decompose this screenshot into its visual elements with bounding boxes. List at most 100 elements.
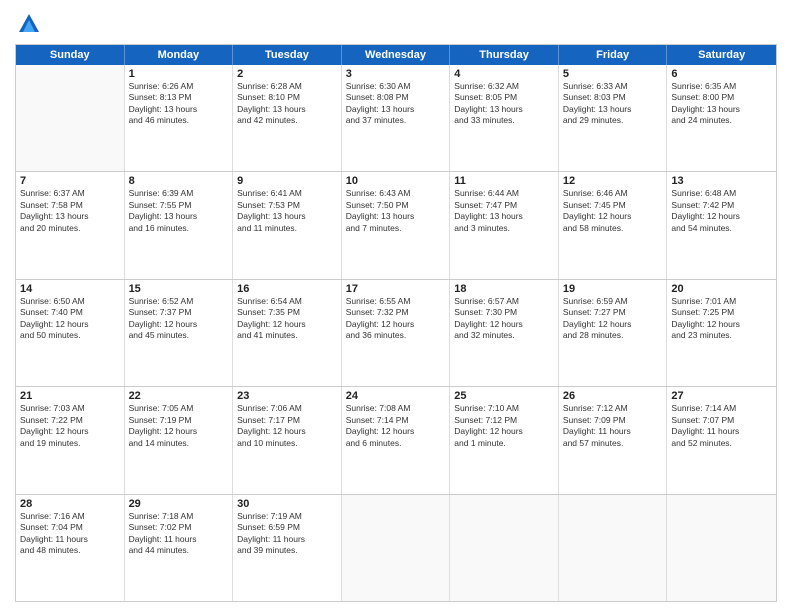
calendar-cell (342, 495, 451, 601)
calendar-cell: 30Sunrise: 7:19 AM Sunset: 6:59 PM Dayli… (233, 495, 342, 601)
day-number: 4 (454, 68, 554, 80)
day-info: Sunrise: 7:05 AM Sunset: 7:19 PM Dayligh… (129, 403, 229, 449)
day-number: 16 (237, 283, 337, 295)
day-number: 11 (454, 175, 554, 187)
day-info: Sunrise: 6:37 AM Sunset: 7:58 PM Dayligh… (20, 188, 120, 234)
calendar-cell: 29Sunrise: 7:18 AM Sunset: 7:02 PM Dayli… (125, 495, 234, 601)
day-number: 27 (671, 390, 772, 402)
calendar-cell: 21Sunrise: 7:03 AM Sunset: 7:22 PM Dayli… (16, 387, 125, 493)
calendar-row-4: 28Sunrise: 7:16 AM Sunset: 7:04 PM Dayli… (16, 494, 776, 601)
calendar-row-1: 7Sunrise: 6:37 AM Sunset: 7:58 PM Daylig… (16, 171, 776, 278)
calendar-cell: 16Sunrise: 6:54 AM Sunset: 7:35 PM Dayli… (233, 280, 342, 386)
day-number: 15 (129, 283, 229, 295)
calendar: SundayMondayTuesdayWednesdayThursdayFrid… (15, 44, 777, 602)
day-number: 20 (671, 283, 772, 295)
day-info: Sunrise: 7:14 AM Sunset: 7:07 PM Dayligh… (671, 403, 772, 449)
day-info: Sunrise: 6:33 AM Sunset: 8:03 PM Dayligh… (563, 81, 663, 127)
header-day-sunday: Sunday (16, 45, 125, 65)
logo-icon (15, 10, 43, 38)
day-number: 12 (563, 175, 663, 187)
day-info: Sunrise: 7:08 AM Sunset: 7:14 PM Dayligh… (346, 403, 446, 449)
header (15, 10, 777, 38)
calendar-cell: 13Sunrise: 6:48 AM Sunset: 7:42 PM Dayli… (667, 172, 776, 278)
calendar-cell: 15Sunrise: 6:52 AM Sunset: 7:37 PM Dayli… (125, 280, 234, 386)
day-number: 29 (129, 498, 229, 510)
day-info: Sunrise: 7:01 AM Sunset: 7:25 PM Dayligh… (671, 296, 772, 342)
calendar-cell: 7Sunrise: 6:37 AM Sunset: 7:58 PM Daylig… (16, 172, 125, 278)
day-info: Sunrise: 6:48 AM Sunset: 7:42 PM Dayligh… (671, 188, 772, 234)
calendar-cell: 8Sunrise: 6:39 AM Sunset: 7:55 PM Daylig… (125, 172, 234, 278)
day-number: 30 (237, 498, 337, 510)
day-number: 19 (563, 283, 663, 295)
calendar-cell: 19Sunrise: 6:59 AM Sunset: 7:27 PM Dayli… (559, 280, 668, 386)
calendar-cell: 25Sunrise: 7:10 AM Sunset: 7:12 PM Dayli… (450, 387, 559, 493)
day-info: Sunrise: 6:43 AM Sunset: 7:50 PM Dayligh… (346, 188, 446, 234)
calendar-cell: 4Sunrise: 6:32 AM Sunset: 8:05 PM Daylig… (450, 65, 559, 171)
calendar-cell: 20Sunrise: 7:01 AM Sunset: 7:25 PM Dayli… (667, 280, 776, 386)
calendar-body: 1Sunrise: 6:26 AM Sunset: 8:13 PM Daylig… (16, 65, 776, 601)
day-info: Sunrise: 6:54 AM Sunset: 7:35 PM Dayligh… (237, 296, 337, 342)
day-info: Sunrise: 6:55 AM Sunset: 7:32 PM Dayligh… (346, 296, 446, 342)
day-info: Sunrise: 6:39 AM Sunset: 7:55 PM Dayligh… (129, 188, 229, 234)
calendar-cell: 10Sunrise: 6:43 AM Sunset: 7:50 PM Dayli… (342, 172, 451, 278)
day-info: Sunrise: 7:18 AM Sunset: 7:02 PM Dayligh… (129, 511, 229, 557)
calendar-cell: 14Sunrise: 6:50 AM Sunset: 7:40 PM Dayli… (16, 280, 125, 386)
day-number: 23 (237, 390, 337, 402)
calendar-cell: 28Sunrise: 7:16 AM Sunset: 7:04 PM Dayli… (16, 495, 125, 601)
day-number: 6 (671, 68, 772, 80)
calendar-cell: 12Sunrise: 6:46 AM Sunset: 7:45 PM Dayli… (559, 172, 668, 278)
day-info: Sunrise: 6:41 AM Sunset: 7:53 PM Dayligh… (237, 188, 337, 234)
day-info: Sunrise: 7:16 AM Sunset: 7:04 PM Dayligh… (20, 511, 120, 557)
calendar-cell: 6Sunrise: 6:35 AM Sunset: 8:00 PM Daylig… (667, 65, 776, 171)
day-number: 8 (129, 175, 229, 187)
day-info: Sunrise: 6:44 AM Sunset: 7:47 PM Dayligh… (454, 188, 554, 234)
calendar-header: SundayMondayTuesdayWednesdayThursdayFrid… (16, 45, 776, 65)
day-number: 9 (237, 175, 337, 187)
calendar-cell: 26Sunrise: 7:12 AM Sunset: 7:09 PM Dayli… (559, 387, 668, 493)
day-info: Sunrise: 6:59 AM Sunset: 7:27 PM Dayligh… (563, 296, 663, 342)
day-info: Sunrise: 6:28 AM Sunset: 8:10 PM Dayligh… (237, 81, 337, 127)
day-info: Sunrise: 7:12 AM Sunset: 7:09 PM Dayligh… (563, 403, 663, 449)
header-day-friday: Friday (559, 45, 668, 65)
day-number: 25 (454, 390, 554, 402)
header-day-saturday: Saturday (667, 45, 776, 65)
calendar-cell (667, 495, 776, 601)
day-number: 7 (20, 175, 120, 187)
header-day-thursday: Thursday (450, 45, 559, 65)
calendar-cell (16, 65, 125, 171)
calendar-cell: 1Sunrise: 6:26 AM Sunset: 8:13 PM Daylig… (125, 65, 234, 171)
calendar-cell: 3Sunrise: 6:30 AM Sunset: 8:08 PM Daylig… (342, 65, 451, 171)
day-number: 13 (671, 175, 772, 187)
calendar-cell: 5Sunrise: 6:33 AM Sunset: 8:03 PM Daylig… (559, 65, 668, 171)
day-info: Sunrise: 6:35 AM Sunset: 8:00 PM Dayligh… (671, 81, 772, 127)
calendar-cell (450, 495, 559, 601)
day-number: 14 (20, 283, 120, 295)
day-number: 26 (563, 390, 663, 402)
calendar-cell: 2Sunrise: 6:28 AM Sunset: 8:10 PM Daylig… (233, 65, 342, 171)
calendar-cell: 18Sunrise: 6:57 AM Sunset: 7:30 PM Dayli… (450, 280, 559, 386)
calendar-row-2: 14Sunrise: 6:50 AM Sunset: 7:40 PM Dayli… (16, 279, 776, 386)
day-number: 3 (346, 68, 446, 80)
day-info: Sunrise: 6:50 AM Sunset: 7:40 PM Dayligh… (20, 296, 120, 342)
logo (15, 10, 47, 38)
calendar-cell: 27Sunrise: 7:14 AM Sunset: 7:07 PM Dayli… (667, 387, 776, 493)
day-info: Sunrise: 7:10 AM Sunset: 7:12 PM Dayligh… (454, 403, 554, 449)
day-number: 22 (129, 390, 229, 402)
calendar-cell: 24Sunrise: 7:08 AM Sunset: 7:14 PM Dayli… (342, 387, 451, 493)
day-info: Sunrise: 7:06 AM Sunset: 7:17 PM Dayligh… (237, 403, 337, 449)
day-info: Sunrise: 7:19 AM Sunset: 6:59 PM Dayligh… (237, 511, 337, 557)
day-info: Sunrise: 6:46 AM Sunset: 7:45 PM Dayligh… (563, 188, 663, 234)
day-info: Sunrise: 6:52 AM Sunset: 7:37 PM Dayligh… (129, 296, 229, 342)
header-day-monday: Monday (125, 45, 234, 65)
calendar-row-3: 21Sunrise: 7:03 AM Sunset: 7:22 PM Dayli… (16, 386, 776, 493)
day-number: 5 (563, 68, 663, 80)
calendar-cell: 22Sunrise: 7:05 AM Sunset: 7:19 PM Dayli… (125, 387, 234, 493)
day-number: 1 (129, 68, 229, 80)
day-number: 28 (20, 498, 120, 510)
day-info: Sunrise: 6:57 AM Sunset: 7:30 PM Dayligh… (454, 296, 554, 342)
day-number: 17 (346, 283, 446, 295)
header-day-tuesday: Tuesday (233, 45, 342, 65)
calendar-row-0: 1Sunrise: 6:26 AM Sunset: 8:13 PM Daylig… (16, 65, 776, 171)
calendar-cell: 23Sunrise: 7:06 AM Sunset: 7:17 PM Dayli… (233, 387, 342, 493)
header-day-wednesday: Wednesday (342, 45, 451, 65)
